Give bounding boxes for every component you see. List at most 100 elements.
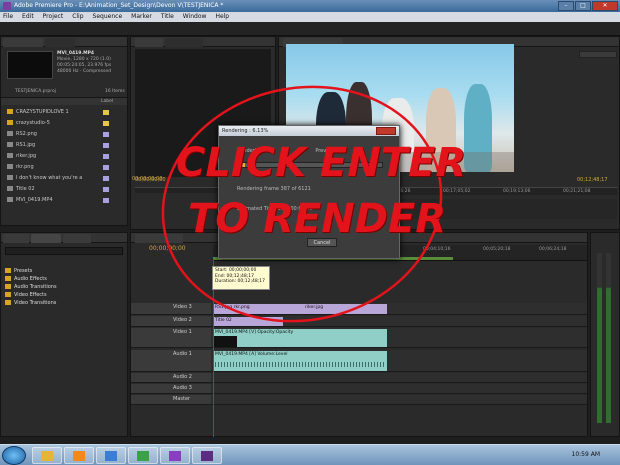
taskbar-app-5[interactable] <box>160 447 190 464</box>
folder-icon <box>5 292 11 297</box>
tab-media-browser[interactable] <box>45 38 75 47</box>
effects-folder-video-effects[interactable]: Video Effects <box>5 291 47 299</box>
project-item[interactable]: RS1.jpg <box>1 140 127 150</box>
track-header-audio-2[interactable]: Audio 2 <box>131 373 211 382</box>
track-audio-1: Audio 1 MVI_0419.MP4 [A] Volume:Level <box>131 350 587 372</box>
project-item-name: RS1.jpg <box>16 142 36 148</box>
menu-clip[interactable]: Clip <box>72 12 83 22</box>
project-item[interactable]: RS2.png <box>1 129 127 139</box>
project-item[interactable]: MVI_0419.MP4 <box>1 195 127 205</box>
tooltip-duration: Duration: 00;12;48;17 <box>215 279 265 284</box>
minimize-button[interactable]: – <box>558 1 574 11</box>
window-title-bar: Adobe Premiere Pro - E:\Animation_Set_De… <box>0 0 620 12</box>
menu-help[interactable]: Help <box>215 12 229 22</box>
menu-window[interactable]: Window <box>183 12 207 22</box>
track-header-video-3[interactable]: Video 3 <box>131 303 211 314</box>
clip-v1-video[interactable]: MVI_0419.MP4 [V] Opacity:Opacity <box>213 329 387 347</box>
tab-source[interactable] <box>135 38 163 47</box>
effects-folder-audio-effects[interactable]: Audio Effects <box>5 275 47 283</box>
project-item-name: RS2.png <box>16 131 37 137</box>
effects-folder-presets[interactable]: Presets <box>5 267 32 275</box>
audio-meter-right <box>606 253 611 423</box>
label-color-swatch <box>103 198 109 203</box>
menu-bar: File Edit Project Clip Sequence Marker T… <box>0 12 620 22</box>
track-audio-3: Audio 3 <box>131 384 587 394</box>
project-item[interactable]: rkr.png <box>1 162 127 172</box>
tab-info[interactable] <box>3 234 29 243</box>
label-color-swatch <box>103 176 109 181</box>
window-controls: – □ ✕ <box>558 1 618 11</box>
effects-search-input[interactable] <box>5 247 123 255</box>
label-color-swatch <box>103 132 109 137</box>
file-icon <box>7 197 13 202</box>
track-header-video-1[interactable]: Video 1 <box>131 328 211 347</box>
project-item[interactable]: crazystudio-5 <box>1 118 127 128</box>
menu-file[interactable]: File <box>3 12 13 22</box>
taskbar-premiere[interactable] <box>192 447 222 464</box>
clip-a1-audio[interactable]: MVI_0419.MP4 [A] Volume:Level <box>213 351 387 371</box>
label-color-swatch <box>103 143 109 148</box>
project-item-name: Title 02 <box>16 186 35 192</box>
premiere-app-icon <box>3 2 11 10</box>
rendering-frame-text: Rendering frame 387 of 6121 <box>237 186 311 192</box>
track-header-audio-3[interactable]: Audio 3 <box>131 384 211 393</box>
tab-effects[interactable] <box>31 234 61 243</box>
folder-icon <box>7 120 13 125</box>
effects-folder-video-transitions[interactable]: Video Transitions <box>5 299 56 307</box>
taskbar-app-4[interactable] <box>128 447 158 464</box>
track-audio-2: Audio 2 <box>131 373 587 383</box>
file-icon <box>7 186 13 191</box>
label-color-swatch <box>103 187 109 192</box>
ruler-tick-4: 00;19;13;06 <box>503 189 531 194</box>
label-color-swatch <box>103 110 109 115</box>
taskbar-explorer[interactable] <box>32 447 62 464</box>
close-button[interactable]: ✕ <box>592 1 618 11</box>
effects-folder-audio-transitions[interactable]: Audio Transitions <box>5 283 57 291</box>
track-header-audio-1[interactable]: Audio 1 <box>131 350 211 371</box>
project-tabstrip <box>1 37 127 47</box>
project-item[interactable]: riker.jpg <box>1 151 127 161</box>
project-item[interactable]: Title 02 <box>1 184 127 194</box>
menu-title[interactable]: Title <box>161 12 174 22</box>
clip-v3-riker[interactable]: riker.jpg <box>303 304 387 314</box>
audio-meter-left <box>597 253 602 423</box>
menu-edit[interactable]: Edit <box>22 12 34 22</box>
project-item-name: MVI_0419.MP4 <box>16 197 53 203</box>
menu-project[interactable]: Project <box>43 12 64 22</box>
dialog-close-button[interactable] <box>376 127 396 135</box>
effects-panel: Presets Audio Effects Audio Transitions … <box>0 232 128 437</box>
track-header-master[interactable]: Master <box>131 395 211 404</box>
program-timecode: 00;00;00;00 <box>132 176 163 182</box>
start-button[interactable] <box>2 446 26 465</box>
menu-marker[interactable]: Marker <box>131 12 152 22</box>
audio-waveform <box>215 362 385 367</box>
project-item[interactable]: I don't know what you're a <box>1 173 127 183</box>
fit-dropdown[interactable] <box>579 51 617 58</box>
rendering-dialog-title: Rendering : 6.13% <box>219 126 399 136</box>
clip-v2-title[interactable]: Title 02 <box>213 317 283 326</box>
taskbar-browser[interactable] <box>96 447 126 464</box>
tab-project[interactable] <box>3 38 43 47</box>
track-header-video-2[interactable]: Video 2 <box>131 316 211 326</box>
ruler-tick-5: 00;21;21;08 <box>563 189 591 194</box>
clip-thumbnail <box>7 51 53 79</box>
clip-info-2: 00:05:24:05, 23.976 fps <box>57 63 112 68</box>
clip-v3-images[interactable]: RS1.jpg rkr.png <box>213 304 303 314</box>
file-icon <box>7 175 13 180</box>
menu-sequence[interactable]: Sequence <box>93 12 123 22</box>
project-item-name: crazystudio-5 <box>16 120 50 126</box>
tab-history[interactable] <box>63 234 91 243</box>
clip-v1-thumbnail <box>213 336 237 347</box>
taskbar-media-player[interactable] <box>64 447 94 464</box>
file-icon <box>7 153 13 158</box>
track-video-2: Video 2 Title 02 <box>131 316 587 327</box>
file-icon <box>7 131 13 136</box>
source-tabstrip <box>131 37 275 47</box>
file-icon <box>7 142 13 147</box>
maximize-button[interactable]: □ <box>575 1 591 11</box>
project-item-name: CRAZYSTUPIDLOVE 1 <box>16 109 69 115</box>
tab-effect-controls[interactable] <box>165 38 203 47</box>
tab-sequence[interactable] <box>135 234 183 243</box>
project-item[interactable]: CRAZYSTUPIDLOVE 1 <box>1 107 127 117</box>
clip-info-1: Movie, 1280 x 720 (1.0) <box>57 57 111 62</box>
